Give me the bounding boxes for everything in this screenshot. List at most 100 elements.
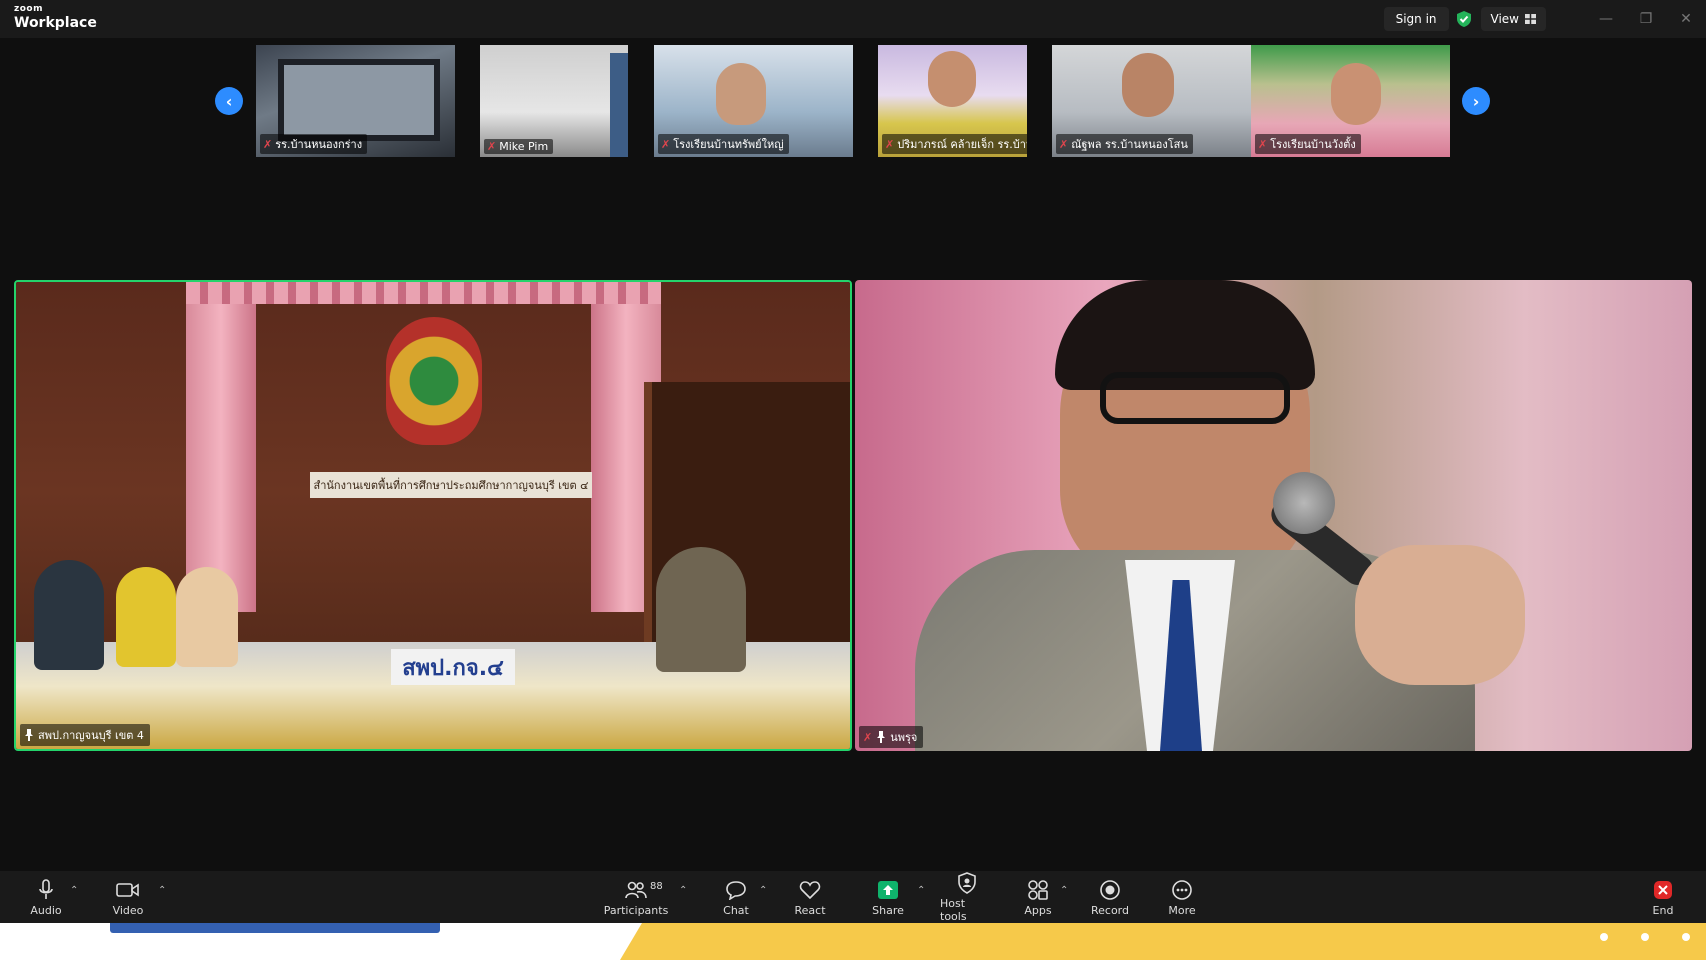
door-shape: [610, 53, 628, 157]
mic-muted-icon: ✗: [1059, 137, 1069, 151]
view-button[interactable]: View: [1480, 7, 1546, 31]
chat-icon: [726, 880, 746, 900]
person-shape: [176, 567, 238, 667]
main-video-speaker[interactable]: ✗ นพรุจ: [855, 280, 1692, 751]
participant-name: นพรุจ: [890, 731, 918, 744]
minimize-icon[interactable]: —: [1586, 0, 1626, 38]
zoom-workplace-logo: zoom Workplace: [14, 4, 97, 31]
host-tools-button[interactable]: Host tools: [940, 871, 994, 923]
video-label: Video: [112, 903, 144, 917]
mic-muted-icon: ✗: [263, 137, 273, 151]
share-button[interactable]: Share: [870, 871, 906, 923]
main-video-conference-room[interactable]: สำนักงานเขตพื้นที่การศึกษาประถมศึกษากาญจ…: [14, 280, 852, 751]
react-label: React: [794, 903, 826, 917]
participants-button[interactable]: Participants: [603, 871, 669, 923]
audio-options-caret-icon[interactable]: ⌃: [70, 885, 78, 896]
participant-thumbnail[interactable]: ✗ รร.บ้านหนองกร่าง: [256, 45, 455, 157]
video-options-caret-icon[interactable]: ⌃: [158, 885, 166, 896]
more-dots-icon: [1172, 879, 1192, 900]
share-label: Share: [872, 903, 904, 917]
glasses-shape: [1100, 372, 1290, 424]
background-yellow-banner: [620, 923, 1706, 960]
microphone-head-shape: [1273, 472, 1335, 534]
carousel-dot: [1600, 933, 1608, 941]
window-frame-shape: [278, 59, 440, 141]
face-shape: [716, 63, 766, 125]
grid-view-icon: [1525, 14, 1536, 24]
apps-options-caret-icon[interactable]: ⌃: [1060, 885, 1068, 896]
close-window-icon[interactable]: ✕: [1666, 0, 1706, 38]
participant-name: โรงเรียนบ้านทรัพย์ใหญ่: [673, 138, 784, 151]
carousel-dot: [1641, 933, 1649, 941]
mic-muted-icon: ✗: [487, 140, 497, 153]
speaker-person-shape: [656, 547, 746, 672]
participant-thumbnail[interactable]: ✗ Mike Pim: [480, 45, 628, 157]
person-shape: [116, 567, 176, 667]
participants-count: 88: [650, 881, 663, 892]
microphone-icon: [39, 878, 53, 899]
person-shape: [34, 560, 104, 670]
face-shape: [1122, 53, 1174, 117]
audio-label: Audio: [30, 903, 62, 917]
participant-name: ณัฐพล รร.บ้านหนองโสน: [1071, 138, 1188, 151]
prev-page-arrow-icon[interactable]: ‹: [215, 87, 243, 115]
restore-icon[interactable]: ❐: [1626, 0, 1666, 38]
participant-name: โรงเรียนบ้านวังตั้ง: [1270, 138, 1356, 151]
apps-button[interactable]: Apps: [1020, 871, 1056, 923]
participant-thumbnail[interactable]: ✗ปริมาภรณ์ คล้ายเจ็ก รร.บ้านเขาบางสา...: [878, 45, 1027, 157]
face-shape: [928, 51, 976, 107]
camera-icon: [116, 882, 139, 897]
host-tools-label: Host tools: [940, 897, 967, 923]
participant-name: สพป.กาญจนบุรี เขต 4: [38, 729, 144, 742]
end-close-icon: [1654, 880, 1672, 899]
encryption-shield-icon[interactable]: [1455, 10, 1473, 28]
participant-thumbnail[interactable]: ✗ ณัฐพล รร.บ้านหนองโสน: [1052, 45, 1251, 157]
hands-shape: [1355, 545, 1525, 685]
apps-icon: [1028, 879, 1048, 900]
mic-muted-icon: ✗: [661, 137, 671, 151]
participant-thumbnail[interactable]: ✗ โรงเรียนบ้านวังตั้ง: [1251, 45, 1450, 157]
pin-icon: [25, 729, 33, 741]
heart-icon: [799, 880, 821, 899]
end-meeting-button[interactable]: End: [1648, 871, 1678, 923]
background-banner-text-shape: [110, 923, 440, 933]
react-button[interactable]: React: [792, 871, 828, 923]
curtain-valance: [186, 282, 661, 304]
host-tools-shield-icon: [958, 872, 976, 894]
chat-label: Chat: [723, 903, 749, 917]
background-window-strip: [0, 923, 1706, 960]
meeting-toolbar: Audio ⌃ Video ⌃ Participants 88 ⌃ Chat ⌃…: [0, 871, 1706, 923]
face-shape: [1331, 63, 1381, 125]
chat-button[interactable]: Chat: [718, 871, 754, 923]
left-curtain: [186, 282, 256, 612]
audio-button[interactable]: Audio: [28, 871, 64, 923]
participant-name: Mike Pim: [499, 140, 549, 153]
end-label: End: [1652, 903, 1674, 917]
carousel-dot: [1682, 933, 1690, 941]
record-label: Record: [1090, 903, 1129, 917]
emblem-shape: [386, 317, 482, 445]
sign-in-button[interactable]: Sign in: [1383, 7, 1449, 31]
brand-top: zoom: [14, 4, 43, 14]
participant-name: รร.บ้านหนองกร่าง: [275, 138, 363, 151]
participant-thumbnail[interactable]: ✗ โรงเรียนบ้านทรัพย์ใหญ่: [654, 45, 853, 157]
mic-muted-icon: ✗: [863, 730, 873, 744]
next-page-arrow-icon[interactable]: ›: [1462, 87, 1490, 115]
participants-label: Participants: [603, 903, 669, 917]
participants-icon: [625, 881, 647, 898]
more-label: More: [1168, 903, 1196, 917]
title-bar: zoom Workplace Sign in View — ❐ ✕: [0, 0, 1706, 38]
video-button[interactable]: Video: [110, 871, 146, 923]
pin-icon: [877, 731, 886, 743]
record-button[interactable]: Record: [1090, 871, 1130, 923]
mic-muted-icon: ✗: [885, 137, 895, 151]
mic-muted-icon: ✗: [1258, 137, 1268, 151]
share-options-caret-icon[interactable]: ⌃: [917, 885, 925, 896]
record-icon: [1100, 879, 1120, 900]
participant-name: ปริมาภรณ์ คล้ายเจ็ก รร.บ้านเขาบางสา...: [897, 138, 1027, 151]
more-button[interactable]: More: [1164, 871, 1200, 923]
share-screen-icon: [878, 880, 898, 899]
apps-label: Apps: [1024, 903, 1052, 917]
chat-options-caret-icon[interactable]: ⌃: [759, 885, 767, 896]
participants-options-caret-icon[interactable]: ⌃: [679, 885, 687, 896]
